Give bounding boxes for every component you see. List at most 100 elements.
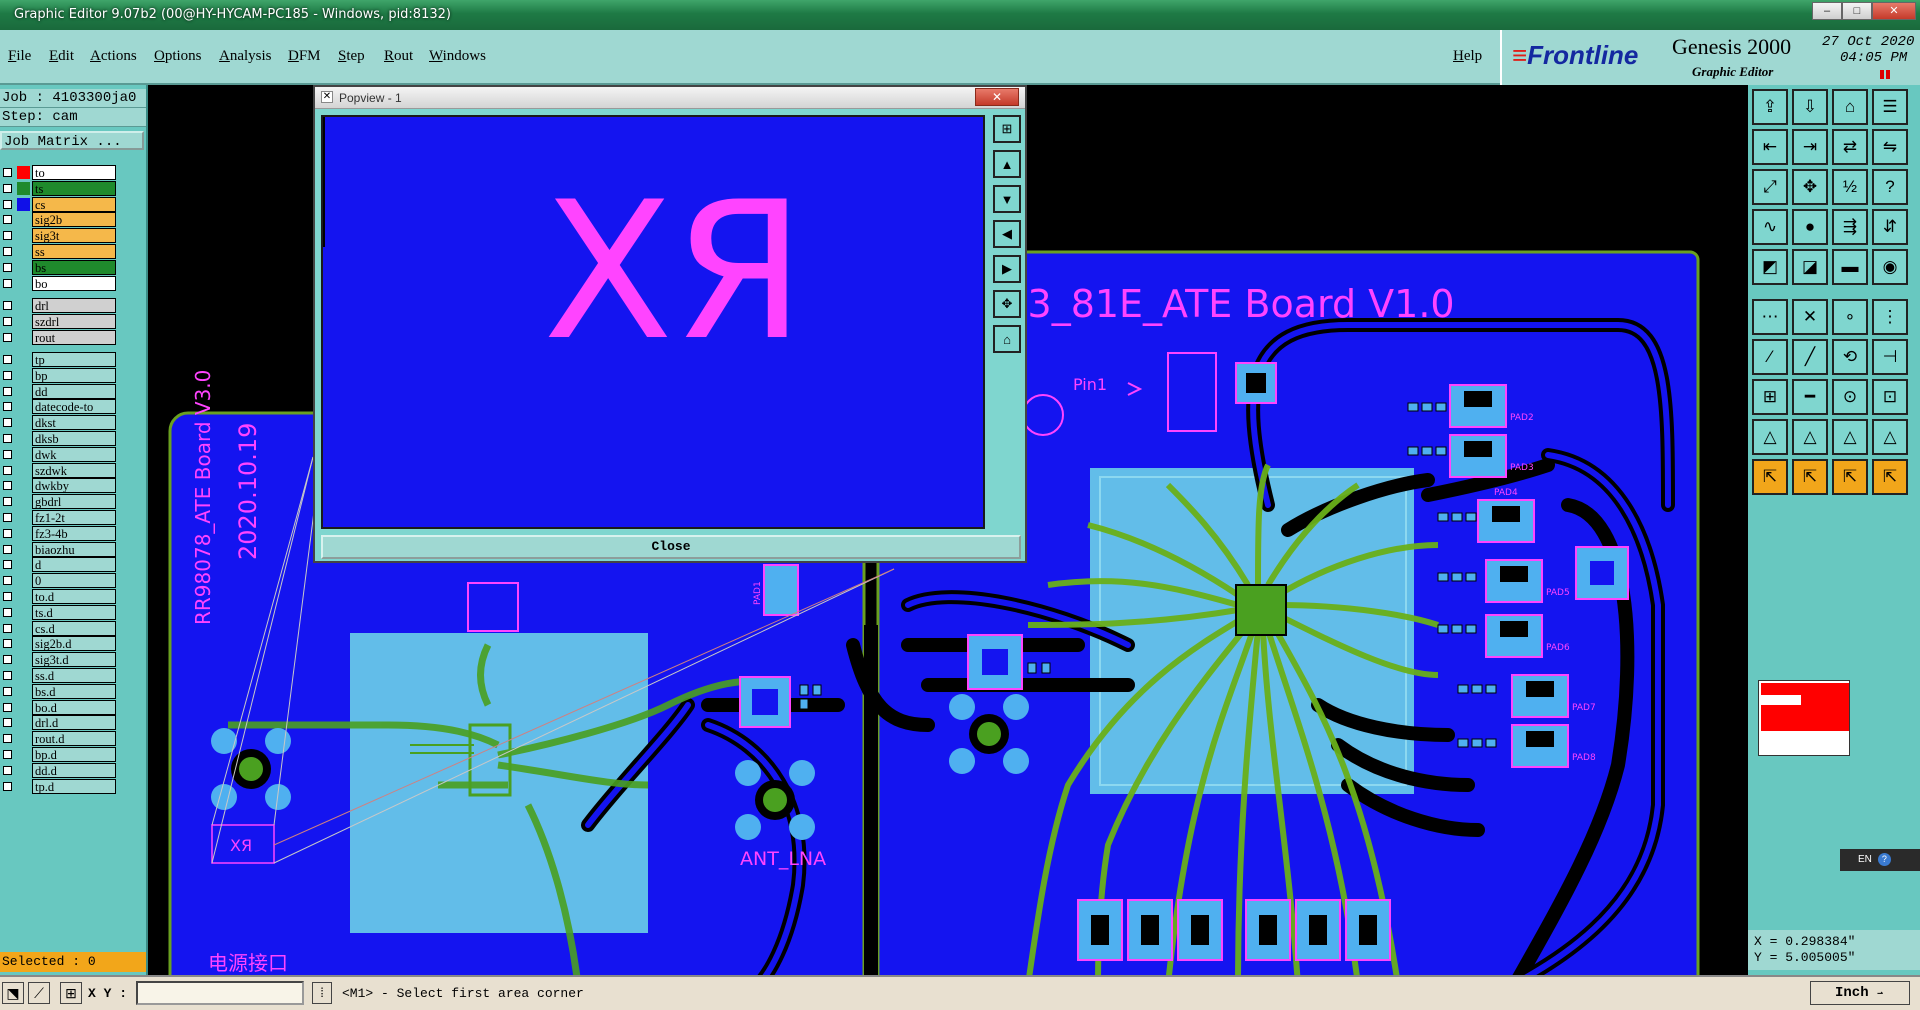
fill-icon[interactable]: ◩ xyxy=(1752,249,1788,285)
layer-checkbox[interactable] xyxy=(3,639,12,649)
triangle3-icon[interactable]: △ xyxy=(1832,419,1868,455)
pan-left-icon[interactable]: ◀ xyxy=(993,220,1021,248)
layer-checkbox[interactable] xyxy=(3,702,12,712)
home-icon[interactable]: ⇪ xyxy=(1752,89,1788,125)
help-icon[interactable]: ? xyxy=(1872,169,1908,205)
layer-row[interactable]: sig2b.d xyxy=(0,636,118,652)
layer-checkbox[interactable] xyxy=(3,655,12,665)
pan-down-icon[interactable]: ▼ xyxy=(993,185,1021,213)
menu-analysis[interactable]: Analysis xyxy=(219,48,272,65)
popview-close-x-button[interactable]: ✕ xyxy=(975,88,1019,106)
layer-checkbox[interactable] xyxy=(3,497,12,507)
layer-row[interactable]: szdrl xyxy=(0,313,118,329)
cursor4-icon[interactable]: ⇱ xyxy=(1872,459,1908,495)
layer-checkbox[interactable] xyxy=(3,386,12,396)
mirror-icon[interactable]: ⇋ xyxy=(1872,129,1908,165)
layer-row[interactable]: dkst xyxy=(0,415,118,431)
via-icon[interactable]: ∘ xyxy=(1832,299,1868,335)
layer-row[interactable]: tp xyxy=(0,352,118,367)
triangle-icon[interactable]: △ xyxy=(1752,419,1788,455)
cursor-icon[interactable]: ⇱ xyxy=(1752,459,1788,495)
snap-icon[interactable]: ⊞ xyxy=(1752,379,1788,415)
layer-checkbox[interactable] xyxy=(3,402,12,412)
menu-windows[interactable]: Windows xyxy=(429,48,486,65)
menu-help[interactable]: Help xyxy=(1453,48,1482,65)
scale-icon[interactable]: ½ xyxy=(1832,169,1868,205)
board-icon[interactable]: ⇵ xyxy=(1872,209,1908,245)
close-window-button[interactable]: ✕ xyxy=(1872,2,1916,20)
select-tool-icon[interactable]: ⬔ xyxy=(2,982,24,1004)
layer-row[interactable]: drl xyxy=(0,298,118,313)
menu-file[interactable]: File xyxy=(8,48,31,65)
job-matrix-button[interactable]: Job Matrix ... xyxy=(0,131,144,150)
layer-checkbox[interactable] xyxy=(3,781,12,791)
layer-row[interactable]: tp.d xyxy=(0,778,118,794)
layer-checkbox[interactable] xyxy=(3,686,12,696)
zoom-in-icon[interactable]: ⊞ xyxy=(993,115,1021,143)
layer-row[interactable]: bo.d xyxy=(0,699,118,715)
zoom-icon[interactable]: ⤢ xyxy=(1752,169,1788,205)
pan-icon[interactable]: ✥ xyxy=(1792,169,1828,205)
redo-icon[interactable]: ⇄ xyxy=(1832,129,1868,165)
popview-close-button[interactable]: Close xyxy=(321,535,1021,559)
arc-icon[interactable]: ◪ xyxy=(1792,249,1828,285)
layer-checkbox[interactable] xyxy=(3,247,12,256)
menu-dfm[interactable]: DFM xyxy=(288,48,321,65)
layer-row[interactable]: ss xyxy=(0,244,118,259)
copy-icon[interactable]: ⇩ xyxy=(1792,89,1828,125)
pan-up-icon[interactable]: ▲ xyxy=(993,150,1021,178)
layer-row[interactable]: dwkby xyxy=(0,478,118,494)
triangle4-icon[interactable]: △ xyxy=(1872,419,1908,455)
measure-tool-icon[interactable]: ⟋ xyxy=(28,982,50,1004)
pan-right-icon[interactable]: ▶ xyxy=(993,255,1021,283)
layer-row[interactable]: gbdrl xyxy=(0,494,118,510)
layer-row[interactable]: ss.d xyxy=(0,668,118,683)
layer-row[interactable]: ts xyxy=(0,180,118,196)
grid-icon[interactable]: ⊞ xyxy=(60,982,82,1004)
layer-row[interactable]: bs xyxy=(0,259,118,275)
popview-titlebar[interactable]: ✕ Popview - 1 ✕ xyxy=(315,87,1025,109)
layer-checkbox[interactable] xyxy=(3,370,12,380)
separator-icon[interactable]: ⁞ xyxy=(312,982,332,1004)
layer-checkbox[interactable] xyxy=(3,592,12,601)
node-icon[interactable]: ● xyxy=(1792,209,1828,245)
layer-checkbox[interactable] xyxy=(3,513,12,522)
rotate-icon[interactable]: ⟲ xyxy=(1832,339,1868,375)
cross-icon[interactable]: ✕ xyxy=(1792,299,1828,335)
layer-checkbox[interactable] xyxy=(3,449,12,459)
layer-row[interactable]: sig2b xyxy=(0,212,118,228)
layer-row[interactable]: sig3t xyxy=(0,228,118,244)
minimize-button[interactable]: – xyxy=(1812,2,1842,20)
layer-checkbox[interactable] xyxy=(3,355,12,364)
xy-input[interactable] xyxy=(136,981,304,1005)
layer-checkbox[interactable] xyxy=(3,481,12,491)
ime-indicator[interactable]: EN? xyxy=(1840,849,1920,871)
layer-checkbox[interactable] xyxy=(3,734,12,744)
layer-row[interactable]: dd.d xyxy=(0,762,118,778)
zoom-home-icon[interactable]: ⌂ xyxy=(993,325,1021,353)
move-icon[interactable]: ⇤ xyxy=(1752,129,1788,165)
layers-icon[interactable]: ⌂ xyxy=(1832,89,1868,125)
layer-row[interactable]: to xyxy=(0,165,118,180)
layer-row[interactable]: bo xyxy=(0,275,118,291)
align-icon[interactable]: ⊣ xyxy=(1872,339,1908,375)
layer-row[interactable]: bp xyxy=(0,367,118,383)
layer-row[interactable]: 0 xyxy=(0,573,118,589)
minus-icon[interactable]: ━ xyxy=(1792,379,1828,415)
layer-row[interactable]: drl.d xyxy=(0,715,118,731)
layer-row[interactable]: ts.d xyxy=(0,604,118,620)
layer-checkbox[interactable] xyxy=(3,528,12,538)
box-icon[interactable]: ⊡ xyxy=(1872,379,1908,415)
layer-row[interactable]: dksb xyxy=(0,431,118,446)
layer-checkbox[interactable] xyxy=(3,418,12,428)
layer-row[interactable]: fz1-2t xyxy=(0,510,118,525)
layer-row[interactable]: dwk xyxy=(0,446,118,462)
circle-icon[interactable]: ◉ xyxy=(1872,249,1908,285)
layer-row[interactable]: biaozhu xyxy=(0,541,118,557)
layer-checkbox[interactable] xyxy=(3,215,12,225)
grid-icon[interactable]: ⋮ xyxy=(1872,299,1908,335)
layer-checkbox[interactable] xyxy=(3,750,12,759)
layer-row[interactable]: bp.d xyxy=(0,747,118,762)
layer-row[interactable]: cs.d xyxy=(0,620,118,636)
layer-row[interactable]: szdwk xyxy=(0,462,118,478)
